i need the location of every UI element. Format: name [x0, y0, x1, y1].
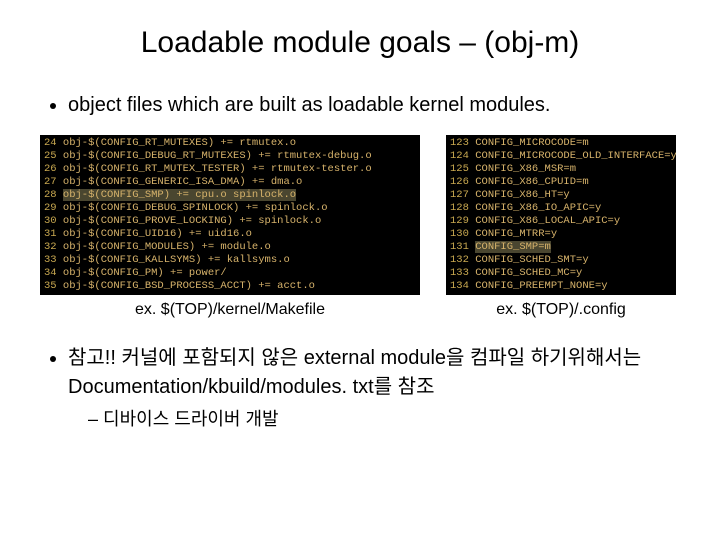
code-text: CONFIG_MTRR=y — [475, 228, 557, 240]
bullet-text-line1: 참고!! 커널에 포함되지 않은 external module을 컴파일 하기… — [68, 347, 641, 369]
code-text: obj-$(CONFIG_DEBUG_RT_MUTEXES) += rtmute… — [63, 150, 372, 162]
bullet-text-line2: Documentation/kbuild/modules. txt를 참조 — [68, 376, 434, 398]
code-line: 124 CONFIG_MICROCODE_OLD_INTERFACE=y — [450, 150, 672, 163]
line-number: 25 — [44, 150, 63, 162]
line-number: 127 — [450, 189, 475, 201]
code-text: CONFIG_SMP=m — [475, 241, 551, 253]
line-number: 125 — [450, 163, 475, 175]
line-number: 130 — [450, 228, 475, 240]
line-number: 133 — [450, 267, 475, 279]
code-line: 26 obj-$(CONFIG_RT_MUTEX_TESTER) += rtmu… — [44, 163, 416, 176]
code-line: 127 CONFIG_X86_HT=y — [450, 189, 672, 202]
line-number: 128 — [450, 202, 475, 214]
code-line: 30 obj-$(CONFIG_PROVE_LOCKING) += spinlo… — [44, 215, 416, 228]
code-text: CONFIG_SCHED_MC=y — [475, 267, 582, 279]
code-line: 32 obj-$(CONFIG_MODULES) += module.o — [44, 241, 416, 254]
code-text: obj-$(CONFIG_RT_MUTEX_TESTER) += rtmutex… — [63, 163, 372, 175]
code-text: obj-$(CONFIG_GENERIC_ISA_DMA) += dma.o — [63, 176, 302, 188]
code-text: CONFIG_X86_CPUID=m — [475, 176, 588, 188]
line-number: 31 — [44, 228, 63, 240]
code-text: CONFIG_X86_MSR=m — [475, 163, 576, 175]
page-title: Loadable module goals – (obj-m) — [40, 26, 680, 60]
line-number: 131 — [450, 241, 475, 253]
code-line: 126 CONFIG_X86_CPUID=m — [450, 176, 672, 189]
code-text: CONFIG_X86_HT=y — [475, 189, 570, 201]
line-number: 35 — [44, 280, 63, 292]
code-text: obj-$(CONFIG_MODULES) += module.o — [63, 241, 271, 253]
code-line: 27 obj-$(CONFIG_GENERIC_ISA_DMA) += dma.… — [44, 176, 416, 189]
code-text: obj-$(CONFIG_KALLSYMS) += kallsyms.o — [63, 254, 290, 266]
code-line: 34 obj-$(CONFIG_PM) += power/ — [44, 267, 416, 280]
code-text: obj-$(CONFIG_UID16) += uid16.o — [63, 228, 252, 240]
code-line: 133 CONFIG_SCHED_MC=y — [450, 267, 672, 280]
code-line: 28 obj-$(CONFIG_SMP) += cpu.o spinlock.o — [44, 189, 416, 202]
code-text: obj-$(CONFIG_PM) += power/ — [63, 267, 227, 279]
code-text: CONFIG_X86_LOCAL_APIC=y — [475, 215, 620, 227]
sub-item: 디바이스 드라이버 개발 — [88, 405, 680, 431]
line-number: 34 — [44, 267, 63, 279]
bullet-item: object files which are built as loadable… — [68, 94, 680, 117]
code-text: CONFIG_X86_IO_APIC=y — [475, 202, 601, 214]
code-text: obj-$(CONFIG_PROVE_LOCKING) += spinlock.… — [63, 215, 321, 227]
line-number: 124 — [450, 150, 475, 162]
code-line: 29 obj-$(CONFIG_DEBUG_SPINLOCK) += spinl… — [44, 202, 416, 215]
line-number: 28 — [44, 189, 63, 201]
code-text: obj-$(CONFIG_BSD_PROCESS_ACCT) += acct.o — [63, 280, 315, 292]
line-number: 134 — [450, 280, 475, 292]
code-line: 123 CONFIG_MICROCODE=m — [450, 137, 672, 150]
line-number: 30 — [44, 215, 63, 227]
code-line: 129 CONFIG_X86_LOCAL_APIC=y — [450, 215, 672, 228]
caption-row: ex. $(TOP)/kernel/Makefile ex. $(TOP)/.c… — [40, 301, 680, 319]
code-line: 125 CONFIG_X86_MSR=m — [450, 163, 672, 176]
code-text: CONFIG_PREEMPT_NONE=y — [475, 280, 607, 292]
line-number: 27 — [44, 176, 63, 188]
code-line: 24 obj-$(CONFIG_RT_MUTEXES) += rtmutex.o — [44, 137, 416, 150]
bullet-list-top: object files which are built as loadable… — [40, 94, 680, 117]
line-number: 123 — [450, 137, 475, 149]
screenshot-row: 24 obj-$(CONFIG_RT_MUTEXES) += rtmutex.o… — [40, 135, 680, 295]
makefile-caption: ex. $(TOP)/kernel/Makefile — [40, 301, 420, 319]
line-number: 29 — [44, 202, 63, 214]
code-line: 35 obj-$(CONFIG_BSD_PROCESS_ACCT) += acc… — [44, 280, 416, 293]
line-number: 26 — [44, 163, 63, 175]
sub-list: 디바이스 드라이버 개발 — [68, 405, 680, 431]
line-number: 32 — [44, 241, 63, 253]
line-number: 33 — [44, 254, 63, 266]
line-number: 24 — [44, 137, 63, 149]
bullet-item: 참고!! 커널에 포함되지 않은 external module을 컴파일 하기… — [68, 341, 680, 431]
code-line: 132 CONFIG_SCHED_SMT=y — [450, 254, 672, 267]
code-line: 134 CONFIG_PREEMPT_NONE=y — [450, 280, 672, 293]
makefile-screenshot: 24 obj-$(CONFIG_RT_MUTEXES) += rtmutex.o… — [40, 135, 420, 295]
code-text: obj-$(CONFIG_RT_MUTEXES) += rtmutex.o — [63, 137, 296, 149]
config-caption: ex. $(TOP)/.config — [446, 301, 676, 319]
code-line: 130 CONFIG_MTRR=y — [450, 228, 672, 241]
code-line: 25 obj-$(CONFIG_DEBUG_RT_MUTEXES) += rtm… — [44, 150, 416, 163]
line-number: 129 — [450, 215, 475, 227]
line-number: 126 — [450, 176, 475, 188]
code-line: 31 obj-$(CONFIG_UID16) += uid16.o — [44, 228, 416, 241]
code-line: 128 CONFIG_X86_IO_APIC=y — [450, 202, 672, 215]
code-text: CONFIG_MICROCODE_OLD_INTERFACE=y — [475, 150, 676, 162]
code-text: obj-$(CONFIG_SMP) += cpu.o spinlock.o — [63, 189, 296, 201]
config-screenshot: 123 CONFIG_MICROCODE=m124 CONFIG_MICROCO… — [446, 135, 676, 295]
code-text: CONFIG_SCHED_SMT=y — [475, 254, 588, 266]
code-line: 131 CONFIG_SMP=m — [450, 241, 672, 254]
bullet-list-bottom: 참고!! 커널에 포함되지 않은 external module을 컴파일 하기… — [40, 341, 680, 431]
line-number: 132 — [450, 254, 475, 266]
slide: Loadable module goals – (obj-m) object f… — [0, 0, 720, 540]
code-line: 33 obj-$(CONFIG_KALLSYMS) += kallsyms.o — [44, 254, 416, 267]
code-text: obj-$(CONFIG_DEBUG_SPINLOCK) += spinlock… — [63, 202, 328, 214]
code-text: CONFIG_MICROCODE=m — [475, 137, 588, 149]
